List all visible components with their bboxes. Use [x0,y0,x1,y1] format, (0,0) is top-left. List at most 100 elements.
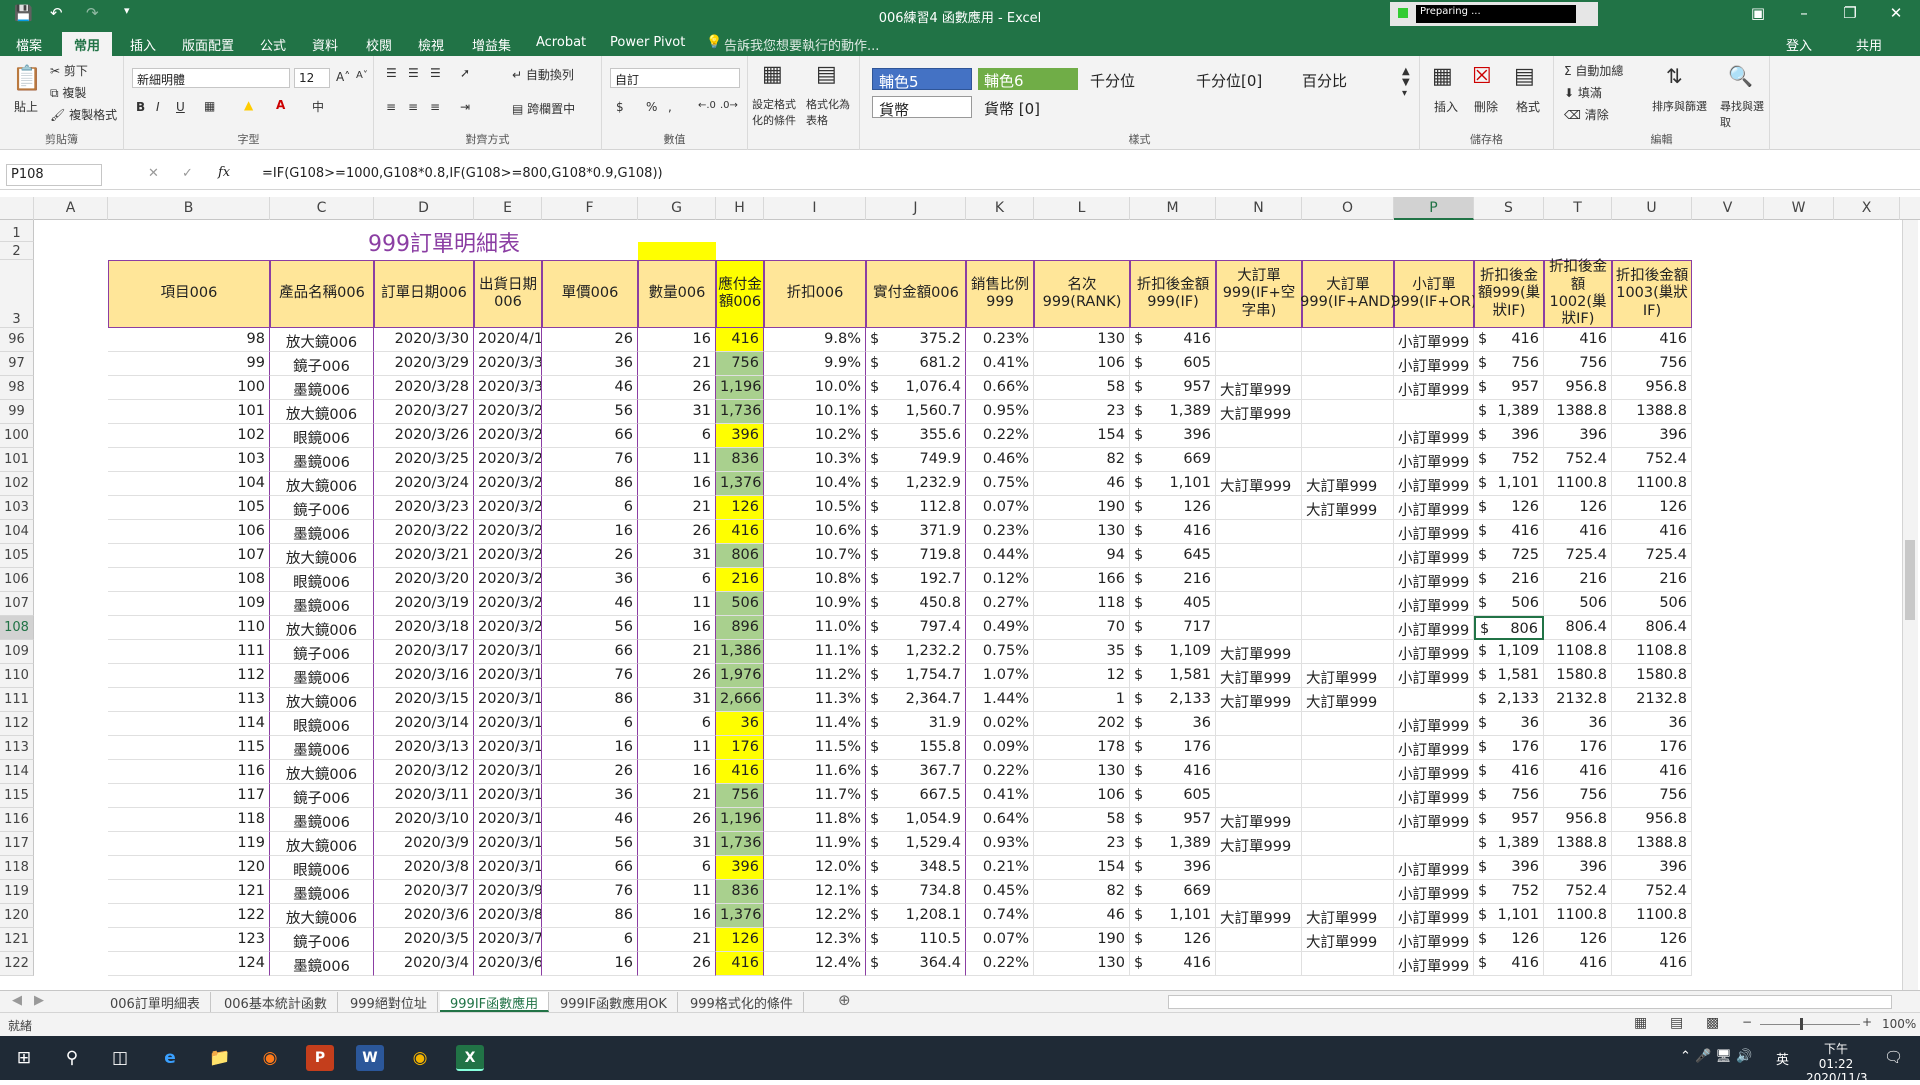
cell[interactable]: 26 [638,376,716,400]
font-color-icon[interactable]: A [276,98,285,112]
cell[interactable]: 2020/3/27 [374,400,474,424]
cell[interactable]: 46 [542,808,638,832]
cell[interactable]: 35 [1034,640,1130,664]
cell[interactable]: 2020/3/17 [374,640,474,664]
cell[interactable]: 大訂單999 [1302,664,1394,688]
cell[interactable]: 1.44% [966,688,1034,712]
cell[interactable]: $126 [1474,496,1544,520]
cell[interactable]: 墨鏡006 [270,952,374,976]
paste-icon[interactable]: 📋 [12,64,42,92]
cell[interactable]: 117 [108,784,270,808]
zoom-out-icon[interactable]: − [1742,1015,1752,1029]
delete-cells-icon[interactable]: ☒ [1472,64,1492,89]
chrome-icon[interactable]: ◉ [406,1045,434,1071]
cell[interactable]: 58 [1034,376,1130,400]
cell[interactable]: 2020/3/25 [474,496,542,520]
cell[interactable]: 1100.8 [1544,904,1612,928]
cell[interactable]: 176 [716,736,764,760]
tab-insert[interactable]: 插入 [130,35,156,54]
find-select-button[interactable]: 尋找與選取 [1720,98,1764,130]
cell[interactable]: 大訂單999 [1216,472,1302,496]
cell[interactable]: 119 [108,832,270,856]
cell[interactable]: 1108.8 [1612,640,1692,664]
cell[interactable]: 2020/3/9 [474,880,542,904]
formula-input[interactable]: =IF(G108>=1000,G108*0.8,IF(G108>=800,G10… [262,166,663,181]
cell[interactable]: 11 [638,736,716,760]
cell[interactable]: 0.22% [966,952,1034,976]
cell[interactable]: 1388.8 [1544,832,1612,856]
cell[interactable] [1302,712,1394,736]
task-view-icon[interactable]: ◫ [106,1045,134,1071]
cell[interactable]: 56 [542,616,638,640]
sheet-tab-1[interactable]: 006訂單明細表 [100,992,211,1012]
cell[interactable]: 756 [716,784,764,808]
cell[interactable]: 2020/3/11 [474,832,542,856]
cell[interactable]: 16 [638,904,716,928]
format-painter-button[interactable]: 🖌 複製格式 [50,106,117,123]
cell[interactable]: $416 [1130,760,1216,784]
cell[interactable]: 墨鏡006 [270,808,374,832]
tab-formulas[interactable]: 公式 [260,35,286,54]
cell[interactable]: 2020/3/7 [374,880,474,904]
number-format-select[interactable]: 自訂 [610,68,740,88]
zoom-slider[interactable] [1760,1024,1860,1025]
indent-icon[interactable]: ⇥ [460,100,470,114]
cell[interactable]: 118 [1034,592,1130,616]
cell[interactable]: 10.6% [764,520,866,544]
row-header[interactable]: 115 [0,784,34,808]
cell[interactable]: 1388.8 [1544,400,1612,424]
cell[interactable]: 大訂單999 [1302,904,1394,928]
cell[interactable]: 墨鏡006 [270,520,374,544]
cell[interactable]: 10.5% [764,496,866,520]
cell[interactable]: 0.07% [966,496,1034,520]
insert-cells-icon[interactable]: ▦ [1432,64,1453,89]
sheet-tab-5[interactable]: 999IF函數應用OK [550,992,678,1012]
cell[interactable]: 21 [638,352,716,376]
tab-power-pivot[interactable]: Power Pivot [610,35,685,50]
cell[interactable]: 122 [108,904,270,928]
phonetic-icon[interactable]: 中 [312,98,324,115]
cell[interactable]: 2,666 [716,688,764,712]
cell[interactable]: 752.4 [1544,448,1612,472]
cell[interactable]: 2020/3/13 [474,784,542,808]
cell[interactable]: $1,101 [1130,904,1216,928]
tab-file[interactable]: 檔案 [16,35,42,54]
cell[interactable]: 756 [1612,352,1692,376]
cell[interactable]: 2020/3/27 [474,448,542,472]
cell[interactable]: 眼鏡006 [270,568,374,592]
cell[interactable]: 116 [108,760,270,784]
cell[interactable]: 12.3% [764,928,866,952]
cell[interactable]: 31 [638,400,716,424]
cell[interactable]: 130 [1034,520,1130,544]
tab-acrobat[interactable]: Acrobat [536,35,586,50]
cell[interactable]: 0.93% [966,832,1034,856]
cell[interactable]: 130 [1034,328,1130,352]
zoom-in-icon[interactable]: + [1862,1015,1872,1029]
cell[interactable]: 6 [542,928,638,952]
format-table-button[interactable]: 格式化為表格 [806,96,858,128]
font-shrink-icon[interactable]: A˅ [356,70,368,81]
cell[interactable]: 1,736 [716,832,764,856]
cell[interactable]: 11.2% [764,664,866,688]
cell[interactable]: 2020/3/15 [474,736,542,760]
cell[interactable]: 墨鏡006 [270,376,374,400]
powerpoint-icon[interactable]: P [306,1045,334,1071]
row-header[interactable]: 103 [0,496,34,520]
increase-decimal-icon[interactable]: ←.0 [698,100,716,111]
cell[interactable]: 56 [542,400,638,424]
cell[interactable] [1216,520,1302,544]
cell[interactable]: 956.8 [1612,808,1692,832]
row-header[interactable]: 96 [0,328,34,352]
row-header[interactable]: 107 [0,592,34,616]
cell[interactable]: 鏡子006 [270,640,374,664]
cell[interactable] [1216,424,1302,448]
cell[interactable]: 16 [542,520,638,544]
cell[interactable]: 416 [1544,952,1612,976]
comma-button[interactable]: , [668,100,672,114]
tab-page-layout[interactable]: 版面配置 [182,35,234,54]
cell[interactable]: 756 [1544,352,1612,376]
style-accent6[interactable]: 輔色6 [978,68,1078,90]
cell[interactable]: 2020/3/20 [374,568,474,592]
cell[interactable]: 眼鏡006 [270,712,374,736]
cell[interactable]: 1100.8 [1612,472,1692,496]
